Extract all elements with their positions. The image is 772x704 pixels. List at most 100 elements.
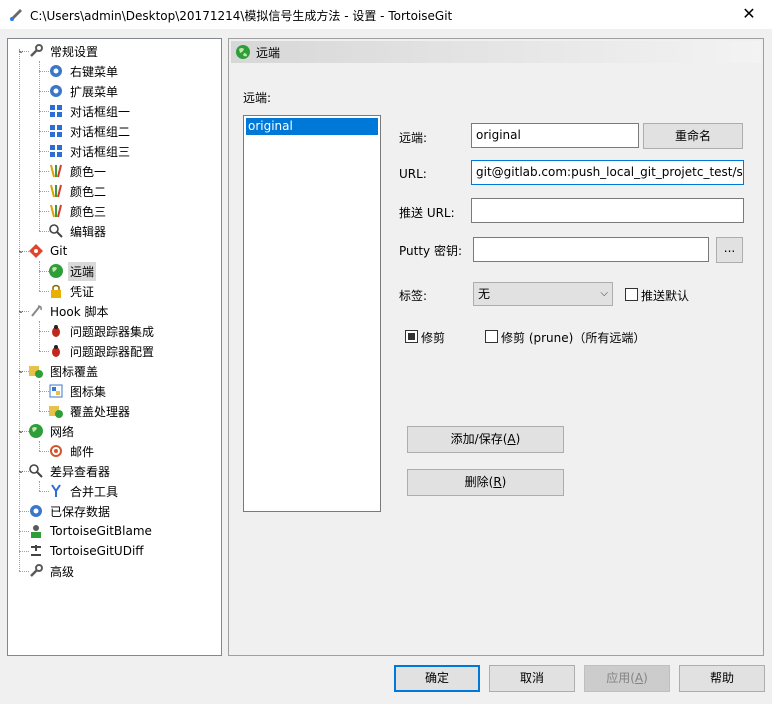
browse-putty-key-button[interactable]: ...: [716, 237, 743, 263]
tree-item[interactable]: ·远端: [36, 261, 97, 281]
color-palette-icon: [48, 203, 64, 219]
ok-button[interactable]: 确定: [394, 665, 480, 692]
gear-icon: [28, 503, 44, 519]
delete-label: 删除(: [464, 475, 494, 489]
tree-item[interactable]: ⌄ 常规设置: [16, 41, 100, 61]
tree-item[interactable]: ⌄ Hook 脚本: [16, 301, 110, 321]
tree-item[interactable]: ·TortoiseGitBlame: [16, 521, 154, 541]
overlay-icon: [28, 363, 44, 379]
tree-item[interactable]: ·颜色一: [36, 161, 108, 181]
page-title: 远端: [256, 45, 281, 60]
bug-icon: [48, 343, 64, 359]
tree-item-label: 常规设置: [50, 44, 99, 59]
remote-list[interactable]: original: [243, 115, 381, 512]
tree-item-label: 扩展菜单: [70, 84, 119, 99]
tree-item-label: 对话框组二: [70, 124, 131, 139]
cancel-button[interactable]: 取消: [489, 665, 575, 692]
tree-item[interactable]: ⌄ 网络: [16, 421, 76, 441]
window-title: C:\Users\admin\Desktop\20171214\模拟信号生成方法…: [30, 9, 453, 23]
tree-item[interactable]: ·对话框组一: [36, 101, 132, 121]
chevron-down-icon[interactable]: ⌄: [16, 366, 26, 376]
globe-icon: [28, 423, 44, 439]
remote-list-item[interactable]: original: [246, 118, 378, 135]
tree-item-label: 高级: [50, 564, 75, 579]
chevron-down-icon[interactable]: ⌄: [16, 46, 26, 56]
tags-select[interactable]: 无 ⌵: [473, 282, 613, 306]
bug-icon: [48, 323, 64, 339]
remote-name-input[interactable]: original: [471, 123, 639, 148]
push-default-label: 推送默认: [641, 289, 690, 303]
tree-item[interactable]: ⌄ Git: [16, 241, 69, 261]
tree-item-label: 颜色二: [70, 184, 107, 199]
tree-item[interactable]: ·图标集: [36, 381, 108, 401]
tree-item[interactable]: ·对话框组二: [36, 121, 132, 141]
tree-item[interactable]: ·问题跟踪器配置: [36, 341, 156, 361]
tree-item[interactable]: ·编辑器: [36, 221, 108, 241]
tree-item[interactable]: ·颜色二: [36, 181, 108, 201]
windows-icon: [48, 123, 64, 139]
blame-icon: [28, 523, 44, 539]
magnifier-icon: [28, 463, 44, 479]
putty-key-label: Putty 密钥:: [399, 244, 463, 258]
tree-item-label: 颜色一: [70, 164, 107, 179]
close-icon[interactable]: ✕: [726, 0, 772, 30]
tree-item-label: TortoiseGitUDiff: [50, 544, 144, 558]
prune-checkbox[interactable]: [405, 330, 418, 343]
remote-list-label: 远端:: [243, 91, 272, 105]
tree-item[interactable]: ·已保存数据: [16, 501, 112, 521]
tree-item-label: 覆盖处理器: [70, 404, 131, 419]
tree-item[interactable]: ·覆盖处理器: [36, 401, 132, 421]
rename-button[interactable]: 重命名: [643, 123, 743, 149]
add-save-button[interactable]: 添加/保存(A): [407, 426, 564, 453]
wrench-icon: [28, 563, 44, 579]
tree-item[interactable]: ⌄ 图标覆盖: [16, 361, 100, 381]
tree-item[interactable]: ·高级: [16, 561, 76, 581]
chevron-down-icon[interactable]: ⌄: [16, 426, 26, 436]
tree-item-label: 合并工具: [70, 484, 119, 499]
tree-item[interactable]: ·对话框组三: [36, 141, 132, 161]
tree-item[interactable]: ·扩展菜单: [36, 81, 120, 101]
push-url-input[interactable]: [471, 198, 744, 223]
git-icon: [28, 243, 44, 259]
tree-item[interactable]: ·TortoiseGitUDiff: [16, 541, 146, 561]
push-default-checkbox[interactable]: [625, 288, 638, 301]
push-url-label: 推送 URL:: [399, 206, 455, 220]
tree-item[interactable]: ·颜色三: [36, 201, 108, 221]
tree-item[interactable]: ⌄ 差异查看器: [16, 461, 112, 481]
prune-all-remotes-label: 修剪 (prune)（所有远端）: [501, 331, 646, 345]
page-header: 远端: [231, 41, 761, 63]
add-save-accelerator: A: [507, 432, 516, 446]
color-palette-icon: [48, 183, 64, 199]
chevron-down-icon: ⌵: [600, 288, 608, 299]
tree-item-label: 问题跟踪器配置: [70, 344, 155, 359]
iconset-icon: [48, 383, 64, 399]
tree-item[interactable]: ·右键菜单: [36, 61, 120, 81]
windows-icon: [48, 103, 64, 119]
tree-item-label: 对话框组一: [70, 104, 131, 119]
apply-button[interactable]: 应用(A): [584, 665, 670, 692]
tree-item-label: 邮件: [70, 444, 95, 459]
help-button[interactable]: 帮助: [679, 665, 765, 692]
email-icon: [48, 443, 64, 459]
url-input[interactable]: git@gitlab.com:push_local_git_projetc_te…: [471, 160, 744, 185]
tree-item[interactable]: ·邮件: [36, 441, 96, 461]
title-bar: C:\Users\admin\Desktop\20171214\模拟信号生成方法…: [0, 0, 772, 30]
tree-item[interactable]: ·问题跟踪器集成: [36, 321, 156, 341]
udiff-icon: [28, 543, 44, 559]
tree-item[interactable]: ·凭证: [36, 281, 96, 301]
tree-item-label: Git: [50, 244, 68, 258]
add-save-label: 添加/保存(: [450, 432, 508, 446]
chevron-down-icon[interactable]: ⌄: [16, 466, 26, 476]
putty-key-input[interactable]: [473, 237, 709, 262]
tree-item-label: 差异查看器: [50, 464, 111, 479]
overlay-icon: [48, 403, 64, 419]
tree-item-label: TortoiseGitBlame: [50, 524, 152, 538]
chevron-down-icon[interactable]: ⌄: [16, 246, 26, 256]
settings-tree[interactable]: ⌄常规设置·右键菜单·扩展菜单·对话框组一·对话框组二·对话框组三·颜色一·颜色…: [7, 38, 222, 656]
merge-icon: [48, 483, 64, 499]
chevron-down-icon[interactable]: ⌄: [16, 306, 26, 316]
delete-button[interactable]: 删除(R): [407, 469, 564, 496]
wrench-icon: [28, 43, 44, 59]
tree-item[interactable]: ·合并工具: [36, 481, 120, 501]
prune-all-remotes-checkbox[interactable]: [485, 330, 498, 343]
